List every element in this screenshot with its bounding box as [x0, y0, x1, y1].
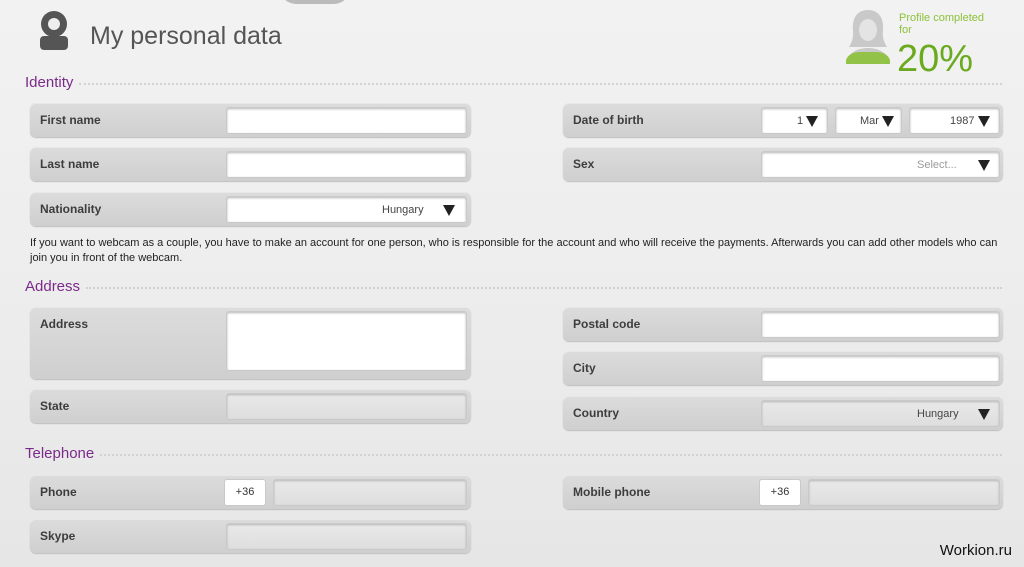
- section-divider: [100, 454, 1002, 456]
- state-input[interactable]: [226, 393, 467, 420]
- nationality-select[interactable]: Hungary: [226, 196, 467, 223]
- dob-year-select[interactable]: 1987: [909, 107, 1000, 134]
- mobile-phone-row: Mobile phone +36: [563, 475, 1003, 509]
- address-label: Address: [40, 317, 89, 331]
- mobile-phone-prefix: +36: [759, 479, 801, 506]
- country-row: Country Hungary: [563, 396, 1003, 430]
- dob-day-select[interactable]: 1: [761, 107, 828, 134]
- section-divider: [79, 83, 1002, 85]
- country-label: Country: [573, 406, 619, 420]
- phone-label: Phone: [40, 485, 77, 499]
- city-input[interactable]: [761, 355, 1000, 382]
- chevron-down-icon: [882, 116, 894, 127]
- skype-row: Skype: [30, 519, 471, 553]
- section-telephone: Telephone: [25, 444, 1002, 462]
- postal-code-label: Postal code: [573, 317, 641, 331]
- chevron-down-icon: [806, 116, 818, 127]
- postal-code-input[interactable]: [761, 311, 1000, 338]
- first-name-row: First name: [30, 103, 471, 137]
- watermark: Workion.ru: [939, 542, 1012, 559]
- sex-select[interactable]: Select...: [761, 151, 1000, 178]
- nationality-row: Nationality Hungary: [30, 192, 471, 226]
- skype-input[interactable]: [226, 523, 467, 550]
- state-label: State: [40, 399, 70, 413]
- phone-row: Phone +36: [30, 475, 471, 509]
- couple-info-text: If you want to webcam as a couple, you h…: [30, 237, 998, 264]
- address-textarea[interactable]: [226, 311, 467, 371]
- profile-caption-line1: Profile completed: [899, 12, 984, 24]
- country-select[interactable]: Hungary: [761, 400, 1000, 427]
- section-telephone-title: Telephone: [25, 444, 95, 462]
- dob-row: Date of birth 1 Mar 1987: [563, 103, 1003, 137]
- chevron-down-icon: [443, 205, 455, 216]
- profile-avatar-icon: [846, 10, 890, 64]
- user-icon: [40, 11, 68, 50]
- chevron-down-icon: [978, 409, 990, 420]
- nationality-label: Nationality: [40, 202, 102, 216]
- phone-input[interactable]: [273, 479, 467, 506]
- page-title: My personal data: [90, 22, 282, 50]
- sex-row: Sex Select...: [563, 147, 1003, 181]
- mobile-phone-label: Mobile phone: [573, 485, 651, 499]
- nationality-value: Hungary: [382, 204, 424, 216]
- address-row: Address: [30, 307, 471, 379]
- country-value: Hungary: [917, 408, 959, 420]
- section-address-title: Address: [25, 277, 81, 295]
- section-identity-title: Identity: [25, 73, 74, 91]
- section-identity: Identity: [25, 73, 1002, 91]
- section-divider: [86, 287, 1002, 289]
- profile-completed-caption: Profile completed for: [899, 12, 1009, 36]
- dob-label: Date of birth: [573, 113, 644, 127]
- phone-prefix: +36: [224, 479, 266, 506]
- chevron-down-icon: [978, 116, 990, 127]
- profile-caption-line2: for: [899, 24, 912, 36]
- mobile-phone-input[interactable]: [808, 479, 1000, 506]
- first-name-label: First name: [40, 113, 101, 127]
- section-address: Address: [25, 277, 1002, 295]
- city-label: City: [573, 361, 596, 375]
- postal-code-row: Postal code: [563, 307, 1003, 341]
- last-name-row: Last name: [30, 147, 471, 181]
- dob-month-value: Mar: [860, 115, 879, 127]
- dob-year-value: 1987: [950, 115, 975, 127]
- sex-placeholder: Select...: [917, 159, 957, 171]
- last-name-input[interactable]: [226, 151, 467, 178]
- city-row: City: [563, 351, 1003, 385]
- skype-label: Skype: [40, 529, 76, 543]
- state-row: State: [30, 389, 471, 423]
- dob-month-select[interactable]: Mar: [835, 107, 902, 134]
- decorative-ring: [280, 0, 350, 4]
- dob-day-value: 1: [797, 115, 804, 127]
- sex-label: Sex: [573, 157, 595, 171]
- chevron-down-icon: [978, 160, 990, 171]
- first-name-input[interactable]: [226, 107, 467, 134]
- last-name-label: Last name: [40, 157, 100, 171]
